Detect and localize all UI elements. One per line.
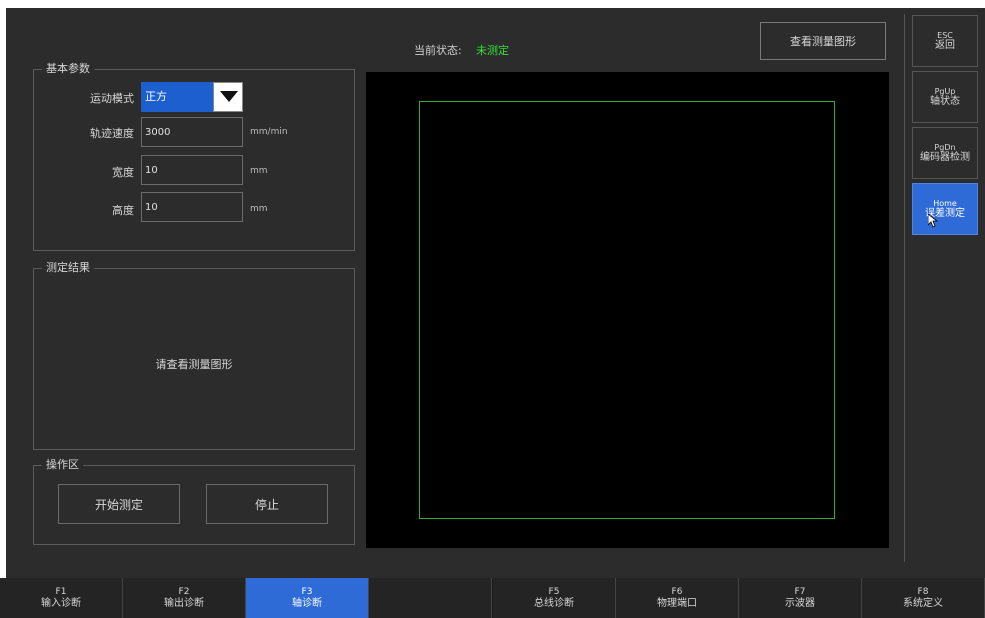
function-key-code: F7	[794, 586, 806, 597]
sidebar-button-label: 编码器检测	[920, 151, 970, 163]
top-border	[0, 0, 985, 8]
function-key-8[interactable]: F8 系统定义	[862, 578, 985, 618]
function-key-label: 输出诊断	[164, 597, 204, 609]
start-measure-button[interactable]: 开始测定	[58, 484, 180, 524]
left-border	[0, 0, 6, 618]
chevron-down-icon[interactable]	[213, 82, 243, 112]
height-input[interactable]: 10	[141, 192, 243, 222]
function-key-code: F8	[917, 586, 929, 597]
graph-canvas	[419, 101, 835, 519]
mouse-pointer-icon	[928, 214, 938, 228]
width-unit: mm	[250, 166, 268, 176]
function-key-2[interactable]: F2 输出诊断	[123, 578, 246, 618]
sidebar-key-label: PgDn	[934, 142, 956, 152]
sidebar-key-label: Home	[933, 198, 957, 208]
stop-button[interactable]: 停止	[206, 484, 328, 524]
sidebar-key-label: ESC	[937, 30, 953, 40]
function-key-code: F6	[671, 586, 683, 597]
function-key-label: 输入诊断	[41, 597, 81, 609]
speed-label: 轨迹速度	[90, 127, 134, 140]
result-title: 测定结果	[42, 260, 94, 276]
function-key-code: F3	[301, 586, 313, 597]
function-key-label: 物理端口	[657, 597, 697, 609]
speed-unit: mm/min	[250, 127, 288, 137]
function-key-label: 轴诊断	[292, 597, 322, 609]
width-input[interactable]: 10	[141, 155, 243, 185]
sidebar-button-1[interactable]: PgUp 轴状态	[912, 71, 978, 123]
function-key-4[interactable]	[369, 578, 492, 618]
function-key-7[interactable]: F7 示波器	[739, 578, 862, 618]
sidebar-button-label: 返回	[935, 39, 955, 51]
function-key-3[interactable]: F3 轴诊断	[246, 578, 369, 618]
measurement-graph	[366, 72, 889, 548]
sidebar-button-2[interactable]: PgDn 编码器检测	[912, 127, 978, 179]
speed-input[interactable]: 3000	[141, 117, 243, 147]
function-key-5[interactable]: F5 总线诊断	[493, 578, 616, 618]
function-key-6[interactable]: F6 物理端口	[616, 578, 739, 618]
sidebar-divider	[904, 14, 905, 562]
sidebar-button-3[interactable]: Home 误差测定	[912, 183, 978, 235]
status-value: 未测定	[476, 44, 509, 57]
sidebar-key-label: PgUp	[934, 86, 956, 96]
mode-label: 运动模式	[90, 92, 134, 105]
function-key-code: F1	[55, 586, 67, 597]
result-message: 请查看测量图形	[155, 358, 233, 371]
mode-select[interactable]: 正方	[141, 82, 213, 112]
operation-title: 操作区	[42, 457, 83, 473]
height-label: 高度	[112, 204, 134, 217]
function-key-1[interactable]: F1 输入诊断	[0, 578, 123, 618]
function-key-label: 系统定义	[903, 597, 943, 609]
function-key-label: 示波器	[785, 597, 815, 609]
height-unit: mm	[250, 204, 268, 214]
sidebar-button-0[interactable]: ESC 返回	[912, 15, 978, 67]
measured-square-path	[419, 101, 835, 519]
sidebar-button-label: 轴状态	[930, 95, 960, 107]
function-key-code: F2	[178, 586, 190, 597]
function-key-code: F5	[548, 586, 560, 597]
function-key-label: 总线诊断	[534, 597, 574, 609]
basic-params-title: 基本参数	[42, 61, 94, 77]
width-label: 宽度	[112, 166, 134, 179]
view-graph-button[interactable]: 查看测量图形	[760, 22, 886, 60]
status-label: 当前状态:	[414, 44, 462, 57]
